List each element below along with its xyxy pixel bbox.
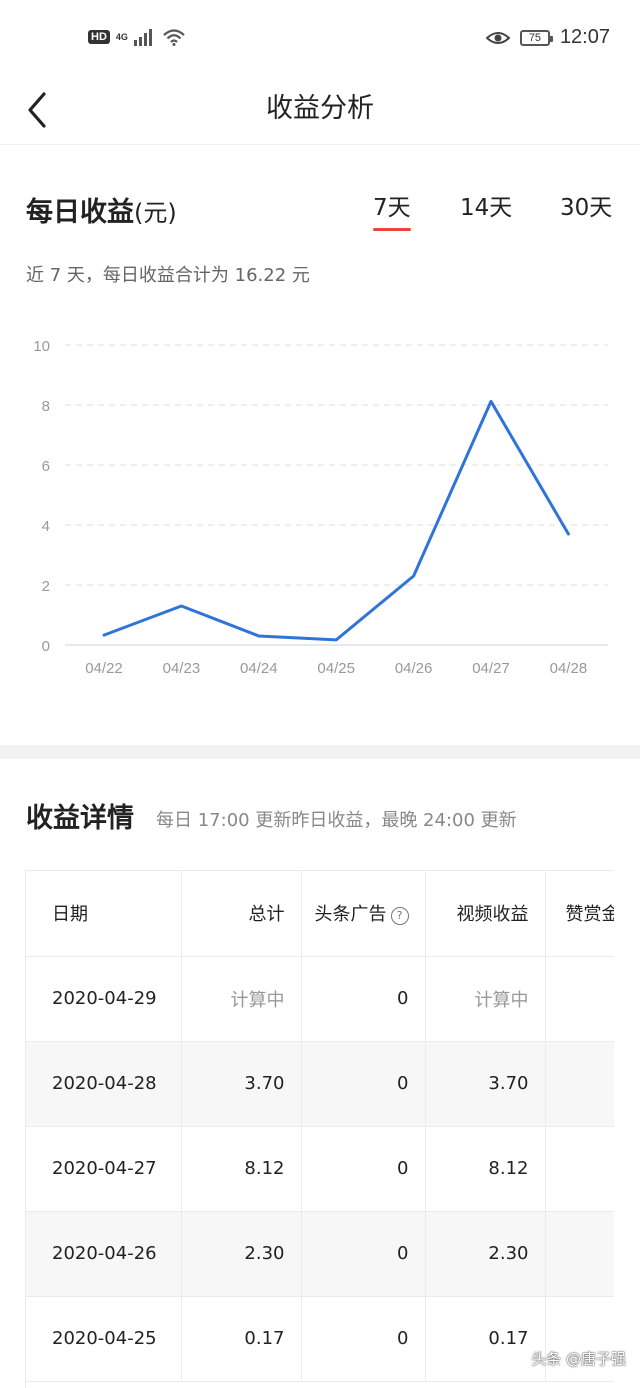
- table-header-row: 日期 总计 头条广告? 视频收益 赞赏金: [26, 871, 614, 957]
- cell-toutiao-ads: 0: [301, 1211, 426, 1297]
- watermark: 头条 @唐子强: [531, 1350, 626, 1368]
- x-tick-label: 04/23: [163, 660, 201, 677]
- cell-tips: [545, 956, 614, 1042]
- col-toutiao-ads: 头条广告?: [301, 871, 426, 957]
- col-date: 日期: [26, 871, 182, 957]
- status-right: 75 12:07: [485, 26, 610, 49]
- daily-earnings-chart: 0 2 4 6 8 10 04/22 04/23 04/24 04/25 04/26 04/27 04/…: [33, 338, 608, 677]
- y-tick-label: 6: [42, 458, 50, 475]
- y-tick-label: 8: [42, 398, 50, 415]
- active-tab-indicator: [373, 228, 411, 231]
- cell-video-income: 8.12: [425, 1126, 546, 1212]
- tab-7-days-label: 7天: [373, 195, 411, 221]
- daily-earnings-title: 每日收益(元): [26, 190, 177, 229]
- cell-toutiao-ads: 0: [301, 1296, 426, 1382]
- cell-total: 3.70: [181, 1041, 302, 1127]
- section-divider: [0, 745, 640, 759]
- details-update-note: 每日 17:00 更新昨日收益，最晚 24:00 更新: [156, 810, 517, 831]
- cell-date: 2020-04-28: [26, 1041, 182, 1127]
- battery-level: 75: [528, 31, 542, 44]
- status-bar: HD 4G 75 12:07: [0, 0, 640, 78]
- cell-video-income: 2.30: [425, 1211, 546, 1297]
- table-row: 2020-04-25 0.17 0 0.17: [26, 1296, 614, 1382]
- y-tick-label: 0: [42, 638, 50, 655]
- cell-total: 0.17: [181, 1296, 302, 1382]
- daily-title-text: 每日收益: [26, 197, 134, 228]
- x-tick-label: 04/26: [395, 660, 433, 677]
- cell-total: 2.30: [181, 1211, 302, 1297]
- x-tick-label: 04/27: [472, 660, 510, 677]
- cell-date: 2020-04-26: [26, 1211, 182, 1297]
- y-tick-label: 2: [42, 578, 50, 595]
- battery-icon: 75: [519, 29, 553, 46]
- table-row: 2020-04-28 3.70 0 3.70: [26, 1041, 614, 1127]
- cell-total: 8.12: [181, 1126, 302, 1212]
- daily-unit: (元): [134, 199, 177, 227]
- earnings-table: 日期 总计 头条广告? 视频收益 赞赏金 2020-04-29计算中0计算中20…: [26, 871, 614, 1382]
- y-tick-label: 4: [42, 518, 50, 535]
- cell-toutiao-ads: 0: [301, 956, 426, 1042]
- cell-video-income: 计算中: [425, 956, 546, 1042]
- table-row: 2020-04-29 计算中 0 计算中: [26, 956, 614, 1042]
- x-tick-label: 04/25: [317, 660, 355, 677]
- tab-7-days[interactable]: 7天: [373, 188, 411, 231]
- hd-badge: HD: [88, 30, 110, 44]
- status-left: HD 4G: [88, 28, 186, 46]
- tab-14-days[interactable]: 14天: [460, 188, 512, 222]
- tab-30-days-label: 30天: [560, 195, 613, 221]
- nav-header: 收益分析: [0, 78, 640, 145]
- series-line: [102, 399, 570, 642]
- help-icon[interactable]: ?: [390, 907, 409, 926]
- page-title: 收益分析: [266, 93, 374, 124]
- earnings-summary: 近 7 天，每日收益合计为 16.22 元: [26, 265, 310, 286]
- earnings-table-container[interactable]: 日期 总计 头条广告? 视频收益 赞赏金 2020-04-29计算中0计算中20…: [25, 870, 614, 1388]
- col-tips: 赞赏金: [545, 871, 614, 957]
- cell-toutiao-ads: 0: [301, 1041, 426, 1127]
- eye-comfort-icon: [485, 31, 510, 44]
- clock: 12:07: [559, 26, 610, 48]
- col-toutiao-ads-label: 头条广告: [314, 904, 387, 926]
- cell-video-income: 0.17: [425, 1296, 546, 1382]
- cell-toutiao-ads: 0: [301, 1126, 426, 1212]
- cell-tips: [545, 1041, 614, 1127]
- x-tick-label: 04/24: [240, 660, 278, 677]
- cell-date: 2020-04-27: [26, 1126, 182, 1212]
- tab-30-days[interactable]: 30天: [560, 188, 612, 222]
- details-title: 收益详情: [26, 803, 134, 834]
- cell-video-income: 3.70: [425, 1041, 546, 1127]
- col-video-income: 视频收益: [425, 871, 546, 957]
- wifi-icon: [163, 29, 185, 46]
- table-row: 2020-04-27 8.12 0 8.12: [26, 1126, 614, 1212]
- table-row: 2020-04-26 2.30 0 2.30: [26, 1211, 614, 1297]
- x-tick-label: 04/22: [85, 660, 123, 677]
- cell-total: 计算中: [181, 956, 302, 1042]
- signal-icon: [133, 29, 152, 46]
- cell-tips: [545, 1211, 614, 1297]
- x-tick-label: 04/28: [550, 660, 588, 677]
- col-total: 总计: [181, 871, 302, 957]
- tab-14-days-label: 14天: [460, 195, 513, 221]
- network-type: 4G: [115, 32, 128, 42]
- cell-date: 2020-04-29: [26, 956, 182, 1042]
- y-tick-label: 10: [33, 338, 50, 355]
- cell-tips: [545, 1126, 614, 1212]
- cell-date: 2020-04-25: [26, 1296, 182, 1382]
